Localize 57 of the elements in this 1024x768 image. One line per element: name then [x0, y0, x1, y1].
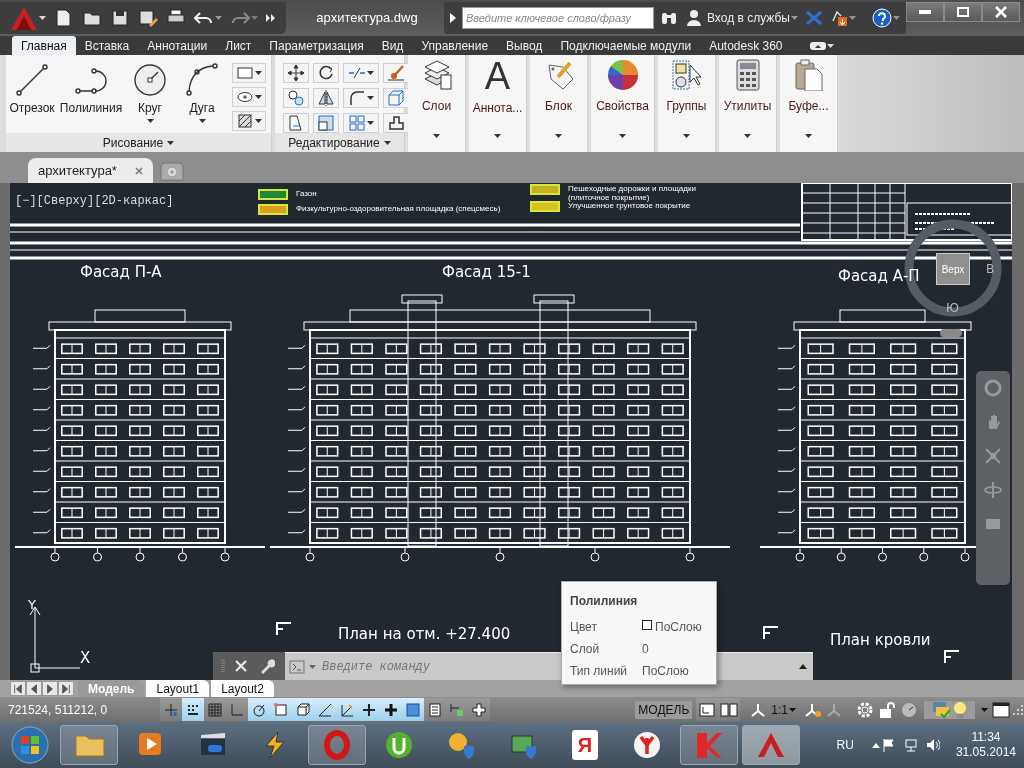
- ribbon-panel-button[interactable]: Группы: [658, 55, 715, 152]
- window-title: архитектура.dwg: [315, 9, 419, 28]
- compass-label: Ю: [946, 300, 959, 317]
- facade-title: Фасад 15-1: [442, 262, 531, 283]
- language-indicator: RU: [836, 737, 854, 754]
- legend-label: Газон: [296, 189, 317, 198]
- ribbon-tab[interactable]: Вывод: [497, 36, 552, 55]
- property-value: ПоСлою: [655, 619, 702, 636]
- ribbon-tab[interactable]: Подключаемые модули: [551, 36, 701, 55]
- draw-tool-button[interactable]: Полилиния: [58, 59, 124, 117]
- taskbar-app-button[interactable]: Я: [556, 725, 614, 765]
- file-tab[interactable]: архитектура*: [28, 158, 153, 183]
- ribbon-panel-button[interactable]: Блок: [530, 55, 587, 152]
- letter-glyph: A: [484, 59, 511, 93]
- ribbon-panel-button[interactable]: Утилиты: [719, 55, 776, 152]
- legend-label: Пешеходные дорожки и площадки (плиточное покрытие): [568, 184, 697, 202]
- layout-tab[interactable]: Layout2: [211, 680, 274, 697]
- ribbon-panel-button[interactable]: A Аннота...: [469, 55, 526, 152]
- ribbon-panel-button[interactable]: Слои: [408, 55, 465, 152]
- panel-title-button[interactable]: Рисование: [6, 133, 271, 152]
- axis-label: X: [80, 648, 91, 669]
- ribbon-tab[interactable]: Аннотации: [138, 36, 217, 55]
- coordinates-readout: 721524, 511212, 0: [8, 701, 109, 719]
- ribbon-tab[interactable]: Управление: [412, 36, 498, 55]
- draw-tool-button[interactable]: Отрезок: [6, 59, 58, 117]
- letter-glyph: Я: [571, 730, 599, 760]
- legend-label: Физкультурно-оздоровительная площадка (спецсмесь): [296, 204, 501, 213]
- tooltip-title: Полилиния: [570, 593, 639, 610]
- space-label: МОДЕЛЬ: [635, 700, 693, 719]
- facade-title: Фасад А-П: [838, 266, 920, 287]
- axis-label: Y: [28, 596, 36, 614]
- sign-in-button[interactable]: Вход в службы: [684, 9, 800, 27]
- clock-date: 31.05.2014: [955, 745, 1016, 760]
- facade-title: Фасад П-А: [80, 262, 162, 283]
- viewport-label: [−][Сверху][2D-каркас]: [15, 193, 174, 210]
- ribbon-tab[interactable]: Параметризация: [260, 36, 373, 55]
- ribbon-panel-button[interactable]: Свойства: [591, 55, 654, 152]
- clock-time: 11:34: [971, 730, 1001, 745]
- ribbon-tab[interactable]: Autodesk 360: [700, 36, 792, 55]
- ribbon-tab[interactable]: Главная: [12, 36, 76, 55]
- layout-tab[interactable]: Layout1: [146, 680, 210, 697]
- ribbon-tab[interactable]: Вставка: [75, 36, 139, 55]
- property-value: ПоСлою: [642, 663, 689, 680]
- legend-label: Улучшенное грунтовое покрытие: [568, 201, 691, 210]
- draw-tool-button[interactable]: Круг: [124, 59, 176, 123]
- ribbon-tab[interactable]: Лист: [216, 36, 261, 55]
- search-field[interactable]: Введите ключевое слово/фразу: [462, 7, 654, 29]
- annotation-scale-button[interactable]: 1:1: [748, 700, 798, 719]
- property-label: Цвет: [570, 619, 598, 636]
- ribbon-panel-button[interactable]: Буфе...: [780, 55, 837, 152]
- plan-title: План на отм. +27.400: [338, 624, 511, 645]
- ribbon-tab[interactable]: Вид: [372, 36, 413, 55]
- draw-tool-button[interactable]: Дуга: [176, 59, 228, 123]
- compass-label: В: [986, 261, 995, 278]
- plan-title: План кровли: [830, 630, 931, 651]
- property-label: Тип линий: [570, 663, 629, 680]
- panel-title-button[interactable]: Редактирование: [275, 133, 404, 152]
